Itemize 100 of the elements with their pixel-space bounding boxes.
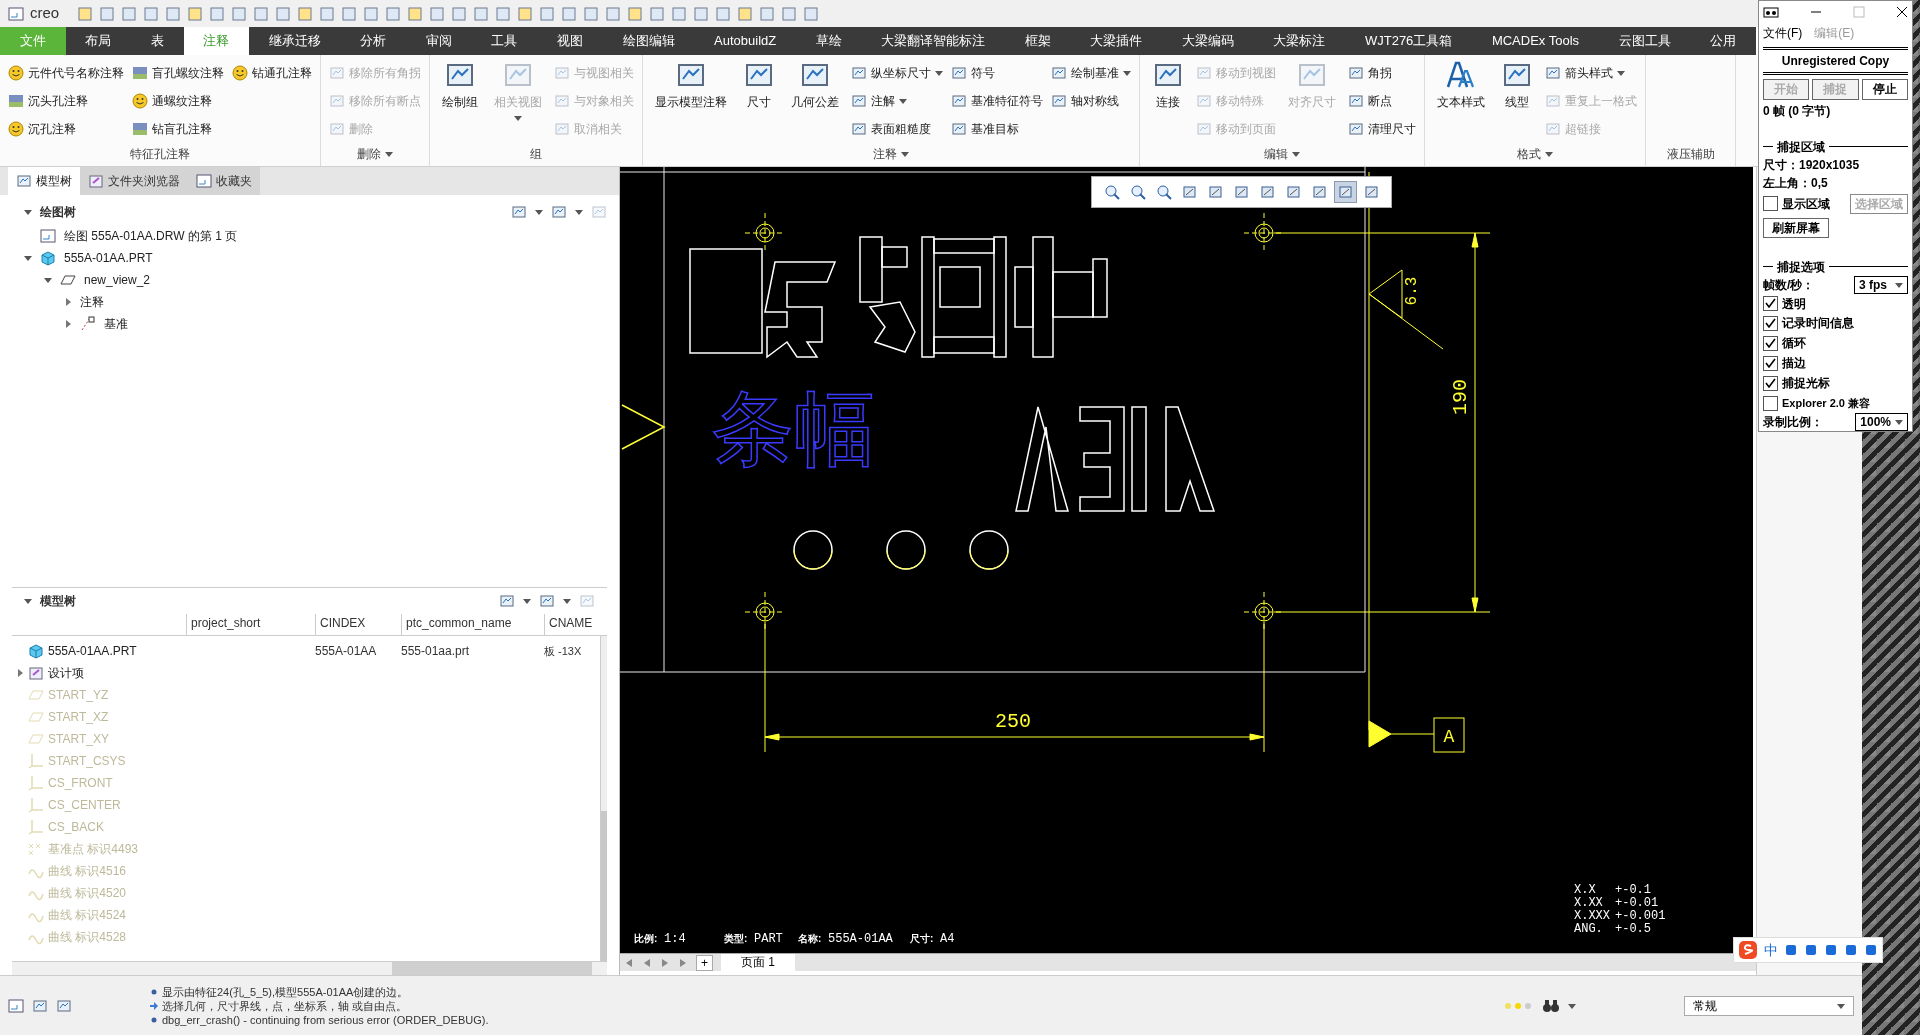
ribbon-tab[interactable]: 大梁翻译智能标注 bbox=[861, 27, 1006, 55]
tree-item[interactable]: 设计项 bbox=[48, 664, 84, 682]
scrollbar[interactable] bbox=[12, 961, 607, 975]
ribbon-button[interactable]: 文本样式 bbox=[1433, 59, 1489, 110]
ribbon-tab[interactable]: MCADEx Tools bbox=[1472, 27, 1599, 55]
ribbon-button[interactable]: 沉头孔注释 bbox=[8, 89, 124, 112]
caret-icon[interactable] bbox=[1895, 280, 1903, 289]
checkbox[interactable] bbox=[1763, 355, 1778, 371]
caret-icon[interactable] bbox=[24, 208, 32, 216]
scrollbar[interactable] bbox=[600, 636, 607, 961]
checkbox[interactable] bbox=[1763, 335, 1778, 351]
ribbon-button[interactable]: 断点 bbox=[1348, 89, 1416, 112]
tool-icon[interactable] bbox=[1844, 943, 1858, 957]
tree-item[interactable]: 555A-01AA.PRT bbox=[64, 249, 153, 267]
ribbon-button[interactable]: 轴对称线 bbox=[1051, 89, 1131, 112]
maximize-icon[interactable] bbox=[1853, 5, 1865, 18]
caret-icon[interactable] bbox=[1837, 1001, 1845, 1010]
ribbon-button[interactable]: 沉孔注释 bbox=[8, 117, 124, 140]
ribbon-tab[interactable]: 大梁插件 bbox=[1070, 27, 1163, 55]
ribbon-tab[interactable]: 大梁标注 bbox=[1253, 27, 1346, 55]
scale-select[interactable]: 100% bbox=[1855, 413, 1908, 432]
ribbon-button[interactable]: 绘制组 bbox=[438, 59, 482, 110]
column-header[interactable]: CINDEX bbox=[315, 614, 401, 635]
filter-dropdown[interactable]: 常规 bbox=[1684, 995, 1854, 1016]
tool-icon[interactable] bbox=[1864, 943, 1878, 957]
ribbon-button[interactable]: 显示模型注释 bbox=[651, 59, 731, 110]
ribbon-button[interactable]: 清理尺寸 bbox=[1348, 117, 1416, 140]
close-icon[interactable] bbox=[1896, 5, 1908, 18]
page-nav-icon[interactable] bbox=[678, 957, 688, 968]
menu-item[interactable]: 文件(F) bbox=[1763, 23, 1803, 42]
panel-tab[interactable]: 模型树 bbox=[8, 167, 80, 195]
ribbon-button[interactable]: 钻通孔注释 bbox=[232, 61, 312, 84]
ribbon-tab[interactable]: 审阅 bbox=[406, 27, 472, 55]
ribbon-button[interactable]: 线型 bbox=[1497, 59, 1537, 110]
caret-icon[interactable] bbox=[899, 96, 907, 105]
caret-icon[interactable] bbox=[575, 208, 583, 216]
tree-item[interactable]: 基准 bbox=[104, 315, 128, 333]
ribbon-tab[interactable]: 布局 bbox=[65, 27, 132, 55]
ribbon-button[interactable]: 绘制基准 bbox=[1051, 61, 1131, 84]
page-nav-icon[interactable] bbox=[624, 957, 634, 968]
caret-icon[interactable] bbox=[64, 298, 72, 306]
caret-icon[interactable] bbox=[1568, 1001, 1576, 1010]
page-tab[interactable]: 页面 1 bbox=[721, 954, 796, 971]
binoculars-icon[interactable] bbox=[1542, 997, 1560, 1014]
ribbon-button[interactable]: 基准目标 bbox=[951, 117, 1043, 140]
checkbox[interactable] bbox=[1763, 296, 1778, 312]
caret-icon[interactable] bbox=[1617, 68, 1625, 77]
panel-tab[interactable]: 文件夹浏览器 bbox=[80, 167, 188, 195]
ribbon-button[interactable]: 符号 bbox=[951, 61, 1043, 84]
ribbon-button[interactable]: 连接 bbox=[1148, 59, 1188, 110]
column-header[interactable]: CNAME bbox=[544, 614, 600, 635]
column-header[interactable]: ptc_common_name bbox=[401, 614, 544, 635]
ribbon-button[interactable]: 通螺纹注释 bbox=[132, 89, 224, 112]
ribbon-tab[interactable]: 大梁编码 bbox=[1162, 27, 1254, 55]
tool-button[interactable]: 停止 bbox=[1861, 78, 1908, 100]
ribbon-tab[interactable]: WJT276工具箱 bbox=[1345, 27, 1473, 55]
caret-icon[interactable] bbox=[563, 597, 571, 605]
tree-item[interactable]: new_view_2 bbox=[84, 271, 151, 289]
ribbon-button[interactable]: 箭头样式 bbox=[1545, 61, 1637, 84]
checkbox[interactable] bbox=[1763, 395, 1778, 411]
ribbon-tab[interactable]: 绘图编辑 bbox=[602, 27, 695, 55]
tree-item[interactable]: 绘图 555A-01AA.DRW 的第 1 页 bbox=[64, 227, 238, 245]
ribbon-button[interactable]: 尺寸 bbox=[739, 59, 779, 110]
ribbon-button[interactable]: 角拐 bbox=[1348, 61, 1416, 84]
tree-item[interactable]: 注释 bbox=[80, 293, 104, 311]
ribbon-button[interactable]: 盲孔螺纹注释 bbox=[132, 61, 224, 84]
ribbon-button[interactable]: 注解 bbox=[851, 89, 943, 112]
caret-icon[interactable] bbox=[1123, 68, 1131, 77]
checkbox[interactable] bbox=[1763, 315, 1778, 331]
caret-icon[interactable] bbox=[44, 276, 52, 284]
ribbon-tab[interactable]: 云图工具 bbox=[1598, 27, 1691, 55]
input-mode[interactable]: 中 bbox=[1764, 939, 1778, 961]
ribbon-button[interactable]: 纵坐标尺寸 bbox=[851, 61, 943, 84]
caret-icon[interactable] bbox=[385, 150, 393, 158]
caret-icon[interactable] bbox=[24, 254, 32, 262]
caret-icon[interactable] bbox=[535, 208, 543, 216]
caret-icon[interactable] bbox=[1292, 150, 1300, 158]
tool-icon[interactable] bbox=[1804, 943, 1818, 957]
column-header[interactable]: project_short bbox=[186, 614, 315, 635]
tree-item[interactable]: 555A-01AA.PRT bbox=[48, 642, 137, 660]
refresh-button[interactable]: 刷新屏幕 bbox=[1763, 217, 1829, 238]
ribbon-tab[interactable]: 分析 bbox=[340, 27, 407, 55]
ribbon-tab[interactable]: AutobuildZ bbox=[694, 27, 796, 55]
caret-icon[interactable] bbox=[1895, 418, 1903, 427]
tool-icon[interactable] bbox=[1784, 943, 1798, 957]
caret-icon[interactable] bbox=[16, 669, 24, 677]
caret-icon[interactable] bbox=[901, 150, 909, 158]
checkbox[interactable] bbox=[1763, 375, 1778, 391]
caret-icon[interactable] bbox=[1545, 150, 1553, 158]
checkbox[interactable] bbox=[1763, 196, 1778, 212]
add-page-button[interactable]: + bbox=[696, 954, 713, 971]
ribbon-button[interactable]: 钻盲孔注释 bbox=[132, 117, 224, 140]
ribbon-tab[interactable]: 视图 bbox=[537, 27, 603, 55]
ribbon-button[interactable]: 元件代号名称注释 bbox=[8, 61, 124, 84]
tool-icon[interactable] bbox=[1824, 943, 1838, 957]
ribbon-tab[interactable]: 公用 bbox=[1690, 27, 1756, 55]
ribbon-tab[interactable]: 注释 bbox=[183, 27, 250, 55]
caret-icon[interactable] bbox=[935, 68, 943, 77]
ribbon-tab[interactable]: 工具 bbox=[471, 27, 538, 55]
fps-select[interactable]: 3 fps bbox=[1854, 275, 1908, 294]
